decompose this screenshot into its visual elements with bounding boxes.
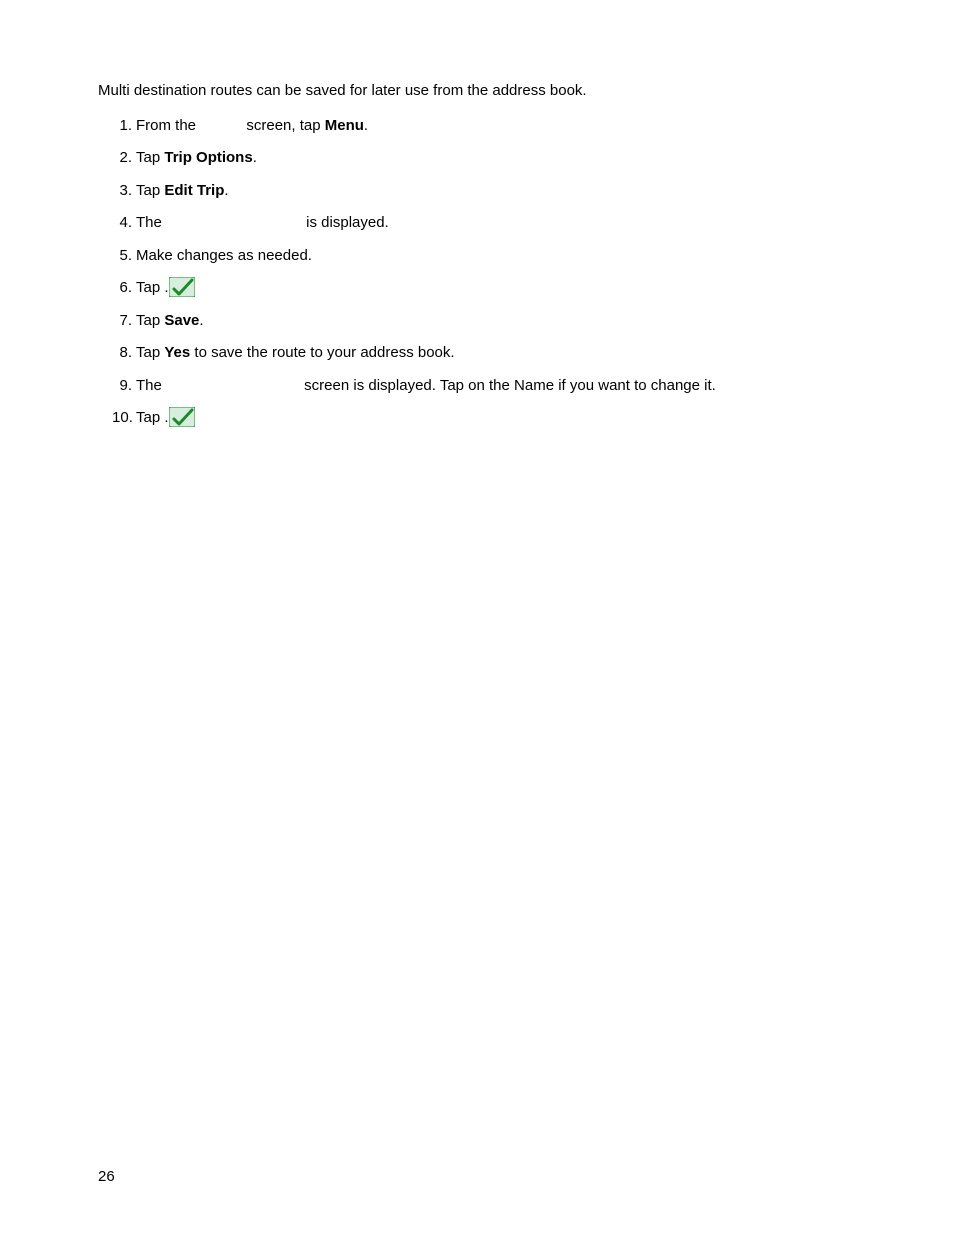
step-9-before: The: [136, 377, 166, 394]
step-2-label: Trip Options: [164, 149, 252, 166]
step-7-tap: Tap: [136, 312, 164, 329]
step-list: From the screen, tap Menu. Tap Trip Opti…: [98, 115, 856, 430]
checkmark-icon: [169, 407, 195, 427]
step-10-tap: Tap: [136, 409, 164, 426]
step-6: Tap .: [136, 277, 856, 300]
checkmark-icon: [169, 277, 195, 297]
step-1: From the screen, tap Menu.: [136, 115, 856, 138]
step-3-period: .: [224, 182, 228, 199]
step-3-label: Edit Trip: [164, 182, 224, 199]
step-7: Tap Save.: [136, 310, 856, 333]
step-3-tap: Tap: [136, 182, 164, 199]
step-1-menu: Menu: [325, 117, 364, 134]
step-8: Tap Yes to save the route to your addres…: [136, 342, 856, 365]
step-5: Make changes as needed.: [136, 245, 856, 268]
step-1-period: .: [364, 117, 368, 134]
intro-text: Multi destination routes can be saved fo…: [98, 80, 856, 103]
page: Multi destination routes can be saved fo…: [0, 0, 954, 1235]
step-5-text: Make changes as needed.: [136, 247, 312, 264]
step-10: Tap .: [136, 407, 856, 430]
step-7-period: .: [199, 312, 203, 329]
step-4: The is displayed.: [136, 212, 856, 235]
step-9-after: screen is displayed. Tap on the Name if …: [300, 377, 716, 394]
step-2: Tap Trip Options.: [136, 147, 856, 170]
step-2-tap: Tap: [136, 149, 164, 166]
step-7-label: Save: [164, 312, 199, 329]
page-number: 26: [98, 1168, 115, 1185]
step-1-after: screen, tap: [242, 117, 325, 134]
step-9: The screen is displayed. Tap on the Name…: [136, 375, 856, 398]
step-6-tap: Tap: [136, 279, 164, 296]
step-8-label: Yes: [164, 344, 190, 361]
step-4-before: The: [136, 214, 166, 231]
step-3: Tap Edit Trip.: [136, 180, 856, 203]
step-8-after: to save the route to your address book.: [190, 344, 454, 361]
step-8-tap: Tap: [136, 344, 164, 361]
step-4-after: is displayed.: [302, 214, 389, 231]
step-1-before: From the: [136, 117, 200, 134]
step-2-period: .: [253, 149, 257, 166]
